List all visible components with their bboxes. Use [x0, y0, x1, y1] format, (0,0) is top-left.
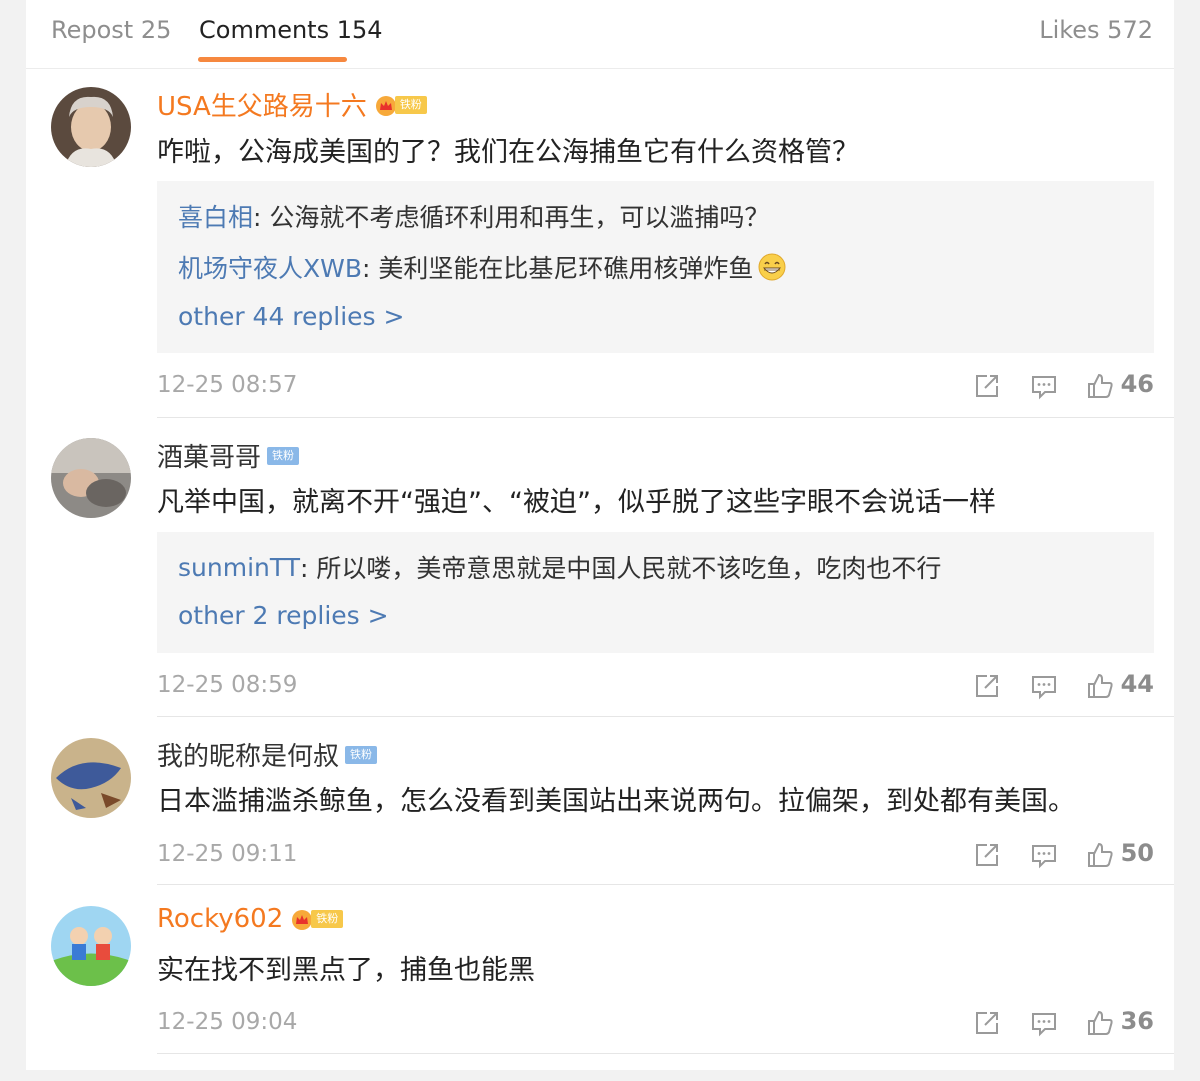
username-text[interactable]: USA生父路易十六 [157, 86, 367, 123]
reply-item: 机场守夜人XWB : 美利坚能在比基尼环礁用核弹炸鱼 [178, 249, 787, 285]
badge-label: 铁粉 [311, 910, 344, 928]
active-tab-indicator [198, 57, 347, 62]
share-icon[interactable] [973, 1009, 1001, 1037]
comment-time: 12-25 09:04 [157, 1009, 298, 1035]
comment-text: 实在找不到黑点了，捕鱼也能黑 [157, 955, 535, 986]
fan-badge: 铁粉 [291, 908, 344, 930]
share-icon[interactable] [973, 372, 1001, 400]
comment-time: 12-25 09:11 [157, 841, 298, 867]
badge-label: 铁粉 [267, 446, 300, 465]
comment-username[interactable]: Rocky602 铁粉 [157, 904, 344, 934]
tab-bar: Repost 25 Comments 154 Likes 572 [26, 0, 1174, 69]
reply-item: sunminTT : 所以喽，美帝意思就是中国人民就不该吃鱼，吃肉也不行 [178, 549, 941, 585]
share-icon[interactable] [973, 672, 1001, 700]
comment-text: 凡举中国，就离不开“强迫”、“被迫”，似乎脱了这些字眼不会说话一样 [157, 487, 996, 518]
like-thumb-icon[interactable] [1086, 372, 1114, 400]
like-count: 46 [1120, 370, 1154, 398]
reply-text: : 所以喽，美帝意思就是中国人民就不该吃鱼，吃肉也不行 [299, 554, 942, 583]
like-count: 50 [1120, 839, 1154, 867]
reply-item: 喜白相 : 公海就不考虑循环利用和再生，可以滥捕吗？ [178, 198, 769, 234]
crown-icon [291, 908, 313, 930]
comments-panel: Repost 25 Comments 154 Likes 572 USA生父路易… [26, 0, 1174, 1070]
fan-badge: 铁粉 [375, 94, 427, 116]
tab-likes[interactable]: Likes 572 [1039, 16, 1153, 44]
reply-username[interactable]: sunminTT [178, 553, 300, 582]
tab-repost[interactable]: Repost 25 [51, 16, 171, 44]
fan-badge: 铁粉 [267, 445, 300, 467]
avatar[interactable] [51, 87, 131, 167]
more-replies-link[interactable]: other 44 replies > [178, 302, 404, 331]
comment-item: 酒菓哥哥 铁粉 凡举中国，就离不开“强迫”、“被迫”，似乎脱了这些字眼不会说话一… [26, 418, 1174, 717]
comment-item: USA生父路易十六 铁粉 咋啦，公海成美国的了？我们在公海捕鱼它有什么资格管？ … [26, 68, 1174, 418]
avatar[interactable] [51, 738, 131, 818]
reply-box[interactable]: sunminTT : 所以喽，美帝意思就是中国人民就不该吃鱼，吃肉也不行 oth… [157, 532, 1154, 653]
comment-meta: 12-25 08:57 46 [157, 366, 1154, 406]
comment-meta: 12-25 09:04 36 [157, 1003, 1154, 1043]
comment-item: Rocky602 铁粉 实在找不到黑点了，捕鱼也能黑 12-25 09:04 3… [26, 885, 1174, 1055]
comment-item: 我的昵称是何叔 铁粉 日本滥捕滥杀鲸鱼，怎么没看到美国站出来说两句。拉偏架，到处… [26, 717, 1174, 885]
reply-username[interactable]: 喜白相 [178, 198, 253, 234]
grin-emoji-icon [757, 252, 787, 282]
avatar[interactable] [51, 906, 131, 986]
username-text[interactable]: 酒菓哥哥 [157, 437, 261, 474]
reply-username[interactable]: 机场守夜人XWB [178, 249, 362, 285]
like-thumb-icon[interactable] [1086, 841, 1114, 869]
badge-label: 铁粉 [394, 95, 427, 114]
like-count: 36 [1120, 1007, 1154, 1035]
username-text[interactable]: Rocky602 [157, 904, 283, 934]
badge-label: 铁粉 [345, 745, 378, 764]
comment-username[interactable]: USA生父路易十六 铁粉 [157, 86, 427, 123]
fan-badge: 铁粉 [345, 744, 378, 766]
like-count: 44 [1120, 670, 1154, 698]
comment-username[interactable]: 酒菓哥哥 铁粉 [157, 437, 300, 474]
like-thumb-icon[interactable] [1086, 672, 1114, 700]
comment-time: 12-25 08:59 [157, 672, 298, 698]
comment-meta: 12-25 09:11 50 [157, 835, 1154, 875]
comment-time: 12-25 08:57 [157, 372, 298, 398]
tab-comments[interactable]: Comments 154 [199, 16, 383, 44]
reply-text: : 公海就不考虑循环利用和再生，可以滥捕吗？ [253, 203, 770, 232]
divider [157, 1053, 1174, 1054]
avatar[interactable] [51, 438, 131, 518]
reply-text: : 美利坚能在比基尼环礁用核弹炸鱼 [362, 254, 754, 283]
reply-box[interactable]: 喜白相 : 公海就不考虑循环利用和再生，可以滥捕吗？ 机场守夜人XWB : 美利… [157, 181, 1154, 353]
comment-icon[interactable] [1030, 372, 1058, 400]
more-replies-link[interactable]: other 2 replies > [178, 601, 389, 630]
comment-text: 日本滥捕滥杀鲸鱼，怎么没看到美国站出来说两句。拉偏架，到处都有美国。 [157, 786, 1075, 817]
comment-icon[interactable] [1030, 841, 1058, 869]
comment-icon[interactable] [1030, 1009, 1058, 1037]
like-thumb-icon[interactable] [1086, 1009, 1114, 1037]
comment-username[interactable]: 我的昵称是何叔 铁粉 [157, 736, 378, 773]
crown-icon [375, 94, 397, 116]
comment-meta: 12-25 08:59 44 [157, 666, 1154, 706]
comment-text: 咋啦，公海成美国的了？我们在公海捕鱼它有什么资格管？ [157, 137, 859, 168]
comment-icon[interactable] [1030, 672, 1058, 700]
share-icon[interactable] [973, 841, 1001, 869]
username-text[interactable]: 我的昵称是何叔 [157, 736, 339, 773]
